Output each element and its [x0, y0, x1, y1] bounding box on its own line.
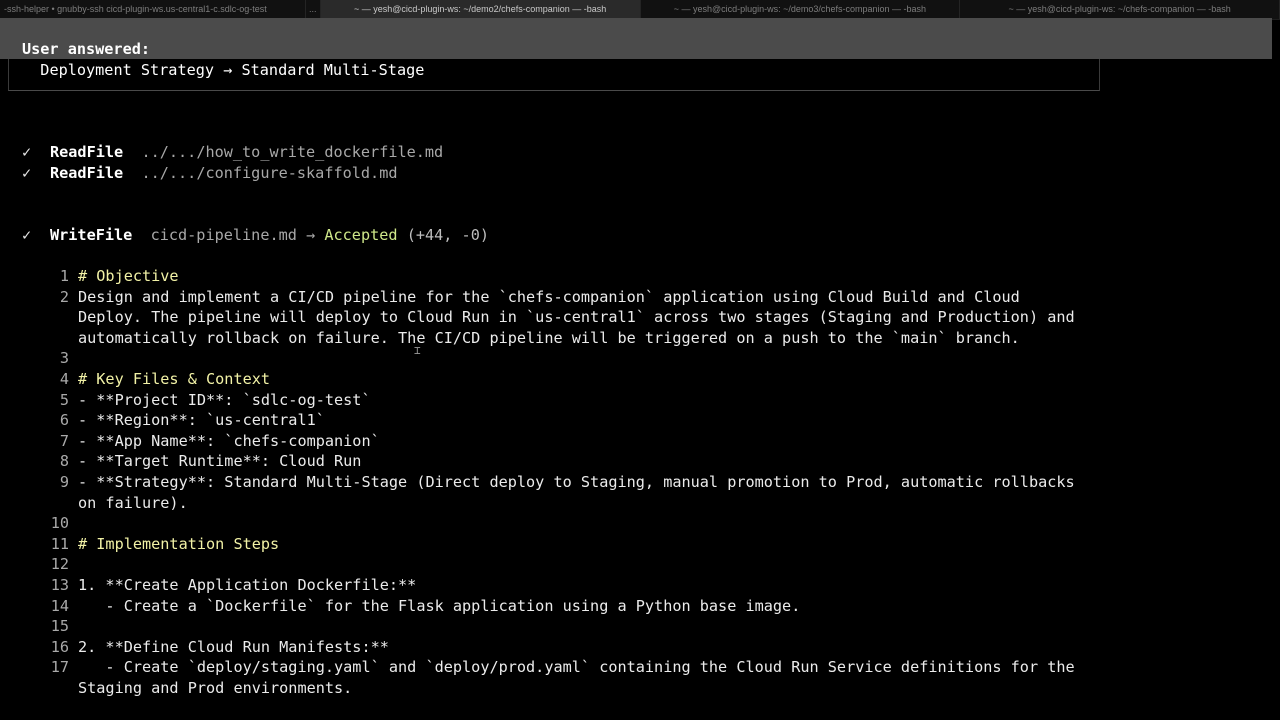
line-text: # Implementation Steps: [78, 534, 280, 553]
answer-heading: User answered:: [22, 40, 151, 58]
code-line: Staging and Prod environments.: [0, 678, 1075, 699]
code-line: 4 # Key Files & Context: [0, 369, 1075, 390]
write-file-name: cicd-pipeline.md: [150, 226, 297, 244]
tab-demo2-bash[interactable]: ~ — yesh@cicd-plugin-ws: ~/demo2/chefs-c…: [320, 0, 641, 19]
line-number: 14: [50, 596, 69, 615]
answer-value: Standard Multi-Stage: [241, 61, 425, 79]
line-text: - **Region**: `us-central1`: [78, 411, 325, 430]
code-line: 17 - Create `deploy/staging.yaml` and `d…: [0, 657, 1075, 678]
check-icon: ✓: [22, 164, 32, 182]
code-line: 16 2. **Define Cloud Run Manifests:**: [0, 637, 1075, 658]
line-number: [0, 493, 78, 514]
code-line: 1 # Objective: [0, 266, 1075, 287]
line-text: on failure).: [78, 493, 188, 512]
line-text: - Create `deploy/staging.yaml` and `depl…: [78, 658, 1075, 677]
code-line: on failure).: [0, 493, 1075, 514]
line-number: 4: [59, 369, 69, 388]
diff-count: (+44, -0): [406, 226, 489, 244]
line-text: # Objective: [78, 267, 179, 285]
code-line: 7 - **App Name**: `chefs-companion`: [0, 431, 1075, 452]
code-line: 8 - **Target Runtime**: Cloud Run: [0, 451, 1075, 472]
tab-overflow[interactable]: ...: [306, 0, 321, 19]
line-text: - Create a `Dockerfile` for the Flask ap…: [78, 596, 801, 615]
line-number: [0, 328, 78, 349]
line-text: - **App Name**: `chefs-companion`: [78, 431, 380, 450]
code-line: 6 - **Region**: `us-central1`: [0, 410, 1075, 431]
tool-arg: ../.../configure-skaffold.md: [141, 164, 398, 182]
tool-readfile-2: ✓ ReadFile ../.../configure-skaffold.md: [22, 163, 397, 184]
code-line: automatically rollback on failure. The C…: [0, 328, 1075, 349]
arrow-icon: →: [223, 61, 233, 79]
line-number: [0, 307, 78, 328]
tab-ssh-helper[interactable]: -ssh-helper • gnubby-ssh cicd-plugin-ws.…: [0, 0, 306, 19]
line-number: 17: [50, 658, 69, 677]
code-line: 3: [0, 348, 1075, 369]
tool-writefile: ✓ WriteFile cicd-pipeline.md → Accepted (…: [22, 225, 489, 246]
line-number: 13: [50, 575, 69, 594]
line-text: Deploy. The pipeline will deploy to Clou…: [78, 308, 1075, 327]
text-cursor-icon: ⌶: [414, 344, 421, 357]
line-number: 7: [59, 431, 69, 450]
arrow-icon: →: [306, 226, 316, 244]
code-line: 2 Design and implement a CI/CD pipeline f…: [0, 287, 1075, 308]
line-text: Staging and Prod environments.: [78, 678, 353, 697]
code-line: 13 1. **Create Application Dockerfile:**: [0, 575, 1075, 596]
terminal-tab-bar: -ssh-helper • gnubby-ssh cicd-plugin-ws.…: [0, 0, 1280, 20]
line-number: 15: [50, 617, 69, 636]
accepted-status: Accepted: [324, 226, 398, 244]
answer-key: Deployment Strategy: [40, 61, 215, 79]
line-text: - **Strategy**: Standard Multi-Stage (Di…: [78, 472, 1075, 491]
line-number: 3: [59, 349, 69, 368]
line-number: 11: [50, 534, 69, 553]
line-number: [0, 678, 78, 699]
line-number: 16: [50, 637, 69, 656]
line-text: Design and implement a CI/CD pipeline fo…: [78, 287, 1020, 306]
line-number: 2: [59, 287, 69, 306]
line-number: 6: [59, 411, 69, 430]
answer-line: Deployment Strategy → Standard Multi-Sta…: [22, 60, 424, 81]
code-line: 9 - **Strategy**: Standard Multi-Stage (D…: [0, 472, 1075, 493]
code-line: 10: [0, 513, 1075, 534]
line-text: # Key Files & Context: [78, 369, 271, 388]
tool-name: ReadFile: [50, 143, 124, 161]
line-number: 5: [59, 390, 69, 409]
tool-name: WriteFile: [50, 226, 133, 244]
line-text: automatically rollback on failure. The C…: [78, 328, 1020, 347]
check-icon: ✓: [22, 226, 32, 244]
line-number: 10: [50, 514, 69, 533]
line-text: 2. **Define Cloud Run Manifests:**: [78, 637, 389, 656]
line-text: 1. **Create Application Dockerfile:**: [78, 575, 417, 594]
code-line: 5 - **Project ID**: `sdlc-og-test`: [0, 390, 1075, 411]
tab-chefs-bash[interactable]: ~ — yesh@cicd-plugin-ws: ~/chefs-compani…: [960, 0, 1280, 19]
line-text: - **Project ID**: `sdlc-og-test`: [78, 390, 371, 409]
tool-arg: ../.../how_to_write_dockerfile.md: [141, 143, 444, 161]
line-number: 8: [59, 452, 69, 471]
code-line: 14 - Create a `Dockerfile` for the Flask…: [0, 596, 1075, 617]
line-number: 9: [59, 472, 69, 491]
line-number: 12: [50, 555, 69, 574]
code-line: Deploy. The pipeline will deploy to Clou…: [0, 307, 1075, 328]
check-icon: ✓: [22, 143, 32, 161]
selection-highlight: [0, 18, 1272, 59]
tool-readfile-1: ✓ ReadFile ../.../how_to_write_dockerfile…: [22, 142, 443, 163]
code-line: 12: [0, 554, 1075, 575]
code-line: 11 # Implementation Steps: [0, 534, 1075, 555]
file-content: 1 # Objective 2 Design and implement a CI/C…: [0, 266, 1075, 698]
code-line: 15: [0, 616, 1075, 637]
tab-demo3-bash[interactable]: ~ — yesh@cicd-plugin-ws: ~/demo3/chefs-c…: [641, 0, 961, 19]
line-number: 1: [59, 267, 69, 285]
tool-name: ReadFile: [50, 164, 124, 182]
line-text: - **Target Runtime**: Cloud Run: [78, 452, 362, 471]
